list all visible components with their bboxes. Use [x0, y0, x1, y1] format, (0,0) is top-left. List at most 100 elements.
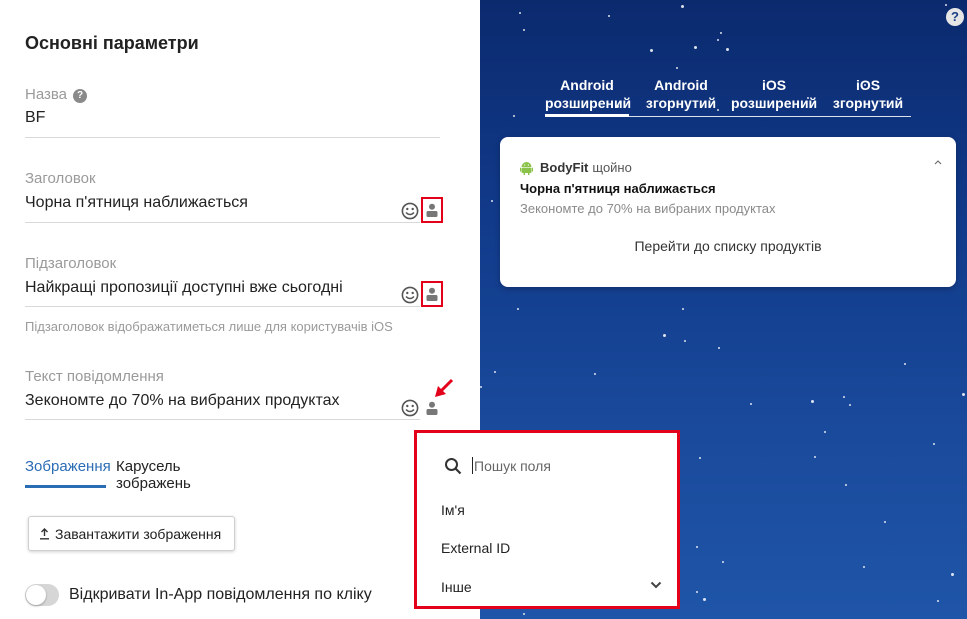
upload-image-button[interactable]: Завантажити зображення	[28, 516, 235, 551]
star	[945, 4, 947, 6]
preview-tab-active-indicator	[545, 114, 629, 117]
star	[717, 39, 719, 41]
subtitle-label: Підзаголовок	[25, 255, 117, 272]
star	[718, 347, 720, 349]
tab-line2: розширений	[545, 95, 632, 111]
notification-app-name: BodyFit	[540, 160, 589, 175]
field-option-external-id[interactable]: External ID	[441, 540, 510, 556]
field-option-other[interactable]: Інше	[441, 579, 472, 595]
star	[519, 12, 521, 14]
star	[814, 456, 816, 458]
star	[699, 457, 701, 459]
star	[843, 396, 845, 398]
upload-image-label: Завантажити зображення	[55, 525, 222, 542]
personalization-field-dropdown: Ім'я External ID Інше	[414, 430, 680, 609]
star	[962, 393, 965, 396]
star	[726, 48, 729, 51]
message-input[interactable]: Зекономте до 70% на вибраних продуктах	[25, 392, 339, 410]
tab-line1: Android	[560, 77, 614, 93]
emoji-icon[interactable]	[401, 399, 419, 417]
tab-line1: Android	[654, 77, 708, 93]
star	[863, 566, 865, 568]
notification-preview: BodyFit щойно Чорна п'ятниця наближається…	[500, 137, 956, 287]
star	[494, 371, 496, 373]
tab-line1: iOS	[761, 77, 787, 93]
open-inapp-label: Відкривати In-App повідомлення по кліку	[69, 586, 372, 603]
star	[720, 32, 722, 34]
star	[696, 591, 698, 593]
help-icon[interactable]: ?	[946, 8, 964, 26]
star	[703, 598, 706, 601]
tab-android-collapsed[interactable]: Android згорнутий	[639, 76, 723, 112]
star	[845, 484, 847, 486]
person-icon	[426, 401, 438, 415]
star	[951, 573, 954, 576]
text-cursor	[472, 457, 473, 474]
message-underline	[25, 419, 420, 420]
star	[513, 115, 515, 117]
tab-line2: згорнутий	[645, 95, 717, 111]
emoji-icon[interactable]	[401, 202, 419, 220]
settings-form: Основні параметри Назва? BF Заголовок Чо…	[0, 0, 480, 619]
star	[933, 443, 935, 445]
name-label-text: Назва	[25, 86, 68, 103]
notification-action[interactable]: Перейти до списку продуктів	[500, 238, 956, 254]
tab-android-expanded[interactable]: Android розширений	[545, 76, 632, 112]
android-icon	[520, 162, 533, 175]
toggle-knob	[26, 585, 46, 605]
image-tabs: Зображення Карусель зображень	[25, 458, 253, 492]
star	[681, 5, 684, 8]
star	[722, 561, 724, 563]
subtitle-input[interactable]: Найкращі пропозиції доступні вже сьогодн…	[25, 279, 343, 297]
star	[650, 49, 653, 52]
subtitle-hint: Підзаголовок відображатиметься лише для …	[25, 319, 393, 334]
star	[682, 308, 684, 310]
tab-images[interactable]: Зображення	[25, 458, 111, 475]
star	[608, 15, 610, 17]
star	[811, 400, 814, 403]
person-icon	[426, 203, 438, 217]
tab-ios-collapsed[interactable]: iOS згорнутий	[825, 76, 911, 112]
title-underline	[25, 222, 420, 223]
notification-time: щойно	[592, 160, 632, 175]
field-search-input[interactable]	[474, 455, 654, 477]
notification-body: Зекономте до 70% на вибраних продуктах	[520, 201, 776, 216]
star	[696, 546, 698, 548]
star	[904, 363, 906, 365]
personalization-button[interactable]	[421, 281, 443, 307]
chevron-down-icon[interactable]	[650, 581, 662, 589]
help-icon[interactable]: ?	[73, 89, 88, 103]
notification-app-line: BodyFit щойно	[540, 160, 632, 175]
arrow-annotation-icon	[435, 378, 454, 397]
name-input[interactable]: BF	[25, 109, 45, 127]
search-icon	[445, 458, 462, 475]
name-label: Назва?	[25, 86, 88, 103]
notification-title: Чорна п'ятниця наближається	[520, 181, 716, 196]
person-icon	[426, 287, 438, 301]
star	[517, 308, 519, 310]
star	[884, 521, 886, 523]
emoji-icon[interactable]	[401, 286, 419, 304]
open-inapp-toggle[interactable]	[25, 584, 59, 606]
star	[676, 67, 678, 69]
tab-line1: iOS	[855, 77, 881, 93]
star	[937, 600, 939, 602]
star	[849, 404, 851, 406]
tab-line2: розширений	[731, 95, 818, 111]
message-label: Текст повідомлення	[25, 368, 164, 385]
star	[684, 340, 686, 342]
tab-line2: згорнутий	[832, 95, 904, 111]
subtitle-underline	[25, 306, 420, 307]
star	[523, 29, 525, 31]
tab-ios-expanded[interactable]: iOS розширений	[731, 76, 817, 112]
personalization-button[interactable]	[421, 197, 443, 223]
section-title: Основні параметри	[25, 33, 199, 53]
star	[491, 200, 493, 202]
field-option-first-name[interactable]: Ім'я	[441, 502, 465, 518]
chevron-up-icon[interactable]	[934, 159, 942, 165]
title-label: Заголовок	[25, 170, 96, 187]
title-input[interactable]: Чорна п'ятниця наближається	[25, 194, 248, 212]
tab-image-carousel[interactable]: Карусель зображень	[116, 458, 253, 492]
star	[824, 431, 826, 433]
star	[594, 373, 596, 375]
